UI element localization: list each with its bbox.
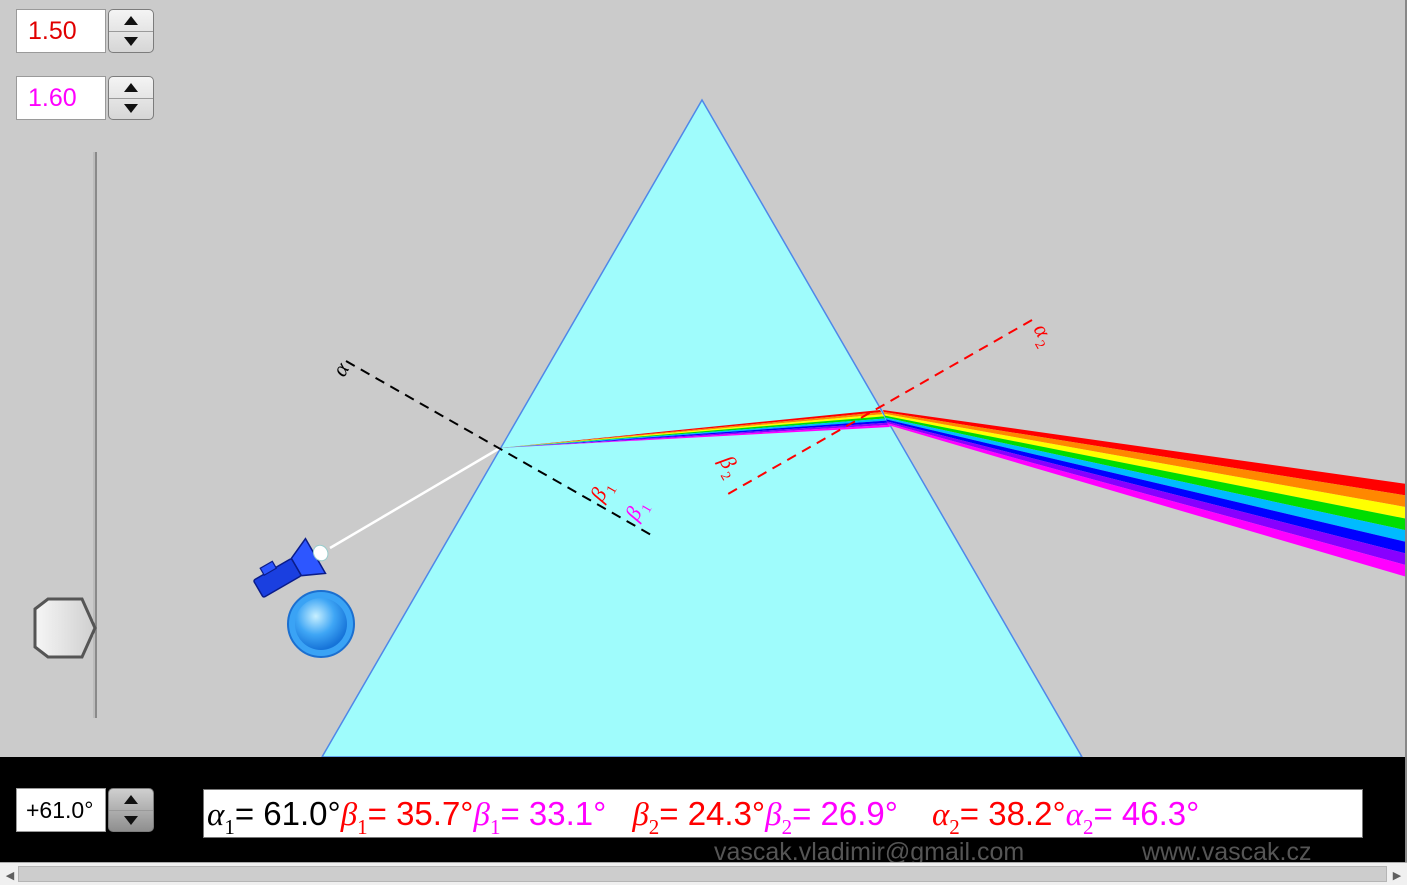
index-violet-input[interactable]: 1.60: [16, 76, 106, 120]
svg-text:α: α: [327, 358, 355, 381]
increment-icon[interactable]: [109, 10, 153, 32]
scroll-left-icon[interactable]: ◀: [2, 867, 18, 883]
horizontal-scrollbar[interactable]: ◀ ▶: [0, 862, 1407, 885]
increment-icon[interactable]: [109, 77, 153, 99]
decrement-icon[interactable]: [109, 98, 153, 119]
slider-handle[interactable]: [33, 597, 97, 659]
alpha1-result: α1= 61.0°: [207, 795, 341, 838]
index-violet-spinner[interactable]: 1.60: [16, 76, 154, 120]
prism-scene: α β1 β1 β2 α2: [33, 98, 1407, 757]
angle-stepper[interactable]: [108, 788, 154, 832]
alpha2-red-result: α2= 38.2°: [931, 795, 1066, 838]
alpha2-label: α2: [1024, 319, 1060, 352]
svg-text:α2: α2: [1024, 319, 1060, 352]
index-violet-stepper[interactable]: [108, 76, 154, 120]
angle-spinner[interactable]: +61.0°: [16, 788, 154, 832]
increment-icon[interactable]: [109, 789, 153, 811]
outer-spectrum-band: [884, 413, 1407, 519]
index-red-input[interactable]: 1.50: [16, 9, 106, 53]
scroll-right-icon[interactable]: ▶: [1389, 867, 1405, 883]
rotate-knob[interactable]: [287, 590, 355, 658]
beta2-violet-result: β2= 26.9°: [765, 795, 898, 838]
beta2-red-result: β2= 24.3°: [632, 795, 766, 838]
alpha-label: α: [327, 358, 355, 381]
angle-results: α1= 61.0°β1= 35.7°β1= 33.1° β2= 24.3°β2= …: [203, 789, 1363, 838]
decrement-icon[interactable]: [109, 810, 153, 831]
angle-input[interactable]: +61.0°: [16, 788, 106, 832]
simulation-stage: α β1 β1 β2 α2 1.50 1.60: [0, 0, 1407, 757]
beta1-violet-result: β1= 33.1°: [473, 795, 607, 838]
beta1-red-result: β1= 35.7°: [340, 795, 474, 838]
scrollbar-thumb[interactable]: [18, 866, 1387, 882]
index-red-stepper[interactable]: [108, 9, 154, 53]
index-red-spinner[interactable]: 1.50: [16, 9, 154, 53]
alpha2-violet-result: α2= 46.3°: [1065, 795, 1200, 838]
decrement-icon[interactable]: [109, 31, 153, 52]
